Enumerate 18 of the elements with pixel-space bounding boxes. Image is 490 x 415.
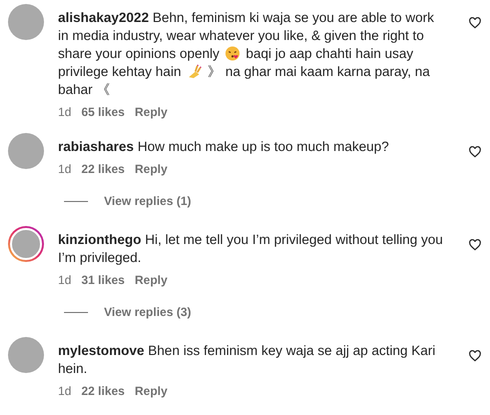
like-count[interactable]: 65 likes xyxy=(81,105,125,119)
reply-link[interactable]: Reply xyxy=(134,384,168,398)
comment-time: 1d xyxy=(58,162,72,176)
like-count[interactable]: 22 likes xyxy=(81,162,125,176)
comment-text: rabiashares How much make up is too much makeup? xyxy=(58,138,390,156)
like-count[interactable]: 22 likes xyxy=(81,384,125,398)
view-replies-link[interactable]: View replies (1) xyxy=(104,194,192,208)
like-count[interactable]: 31 likes xyxy=(81,273,125,287)
reply-link[interactable]: Reply xyxy=(134,162,168,176)
comment-time: 1d xyxy=(58,273,72,287)
comment-time: 1d xyxy=(58,384,72,398)
reply-link[interactable]: Reply xyxy=(134,105,168,119)
comment-text: kinzionthego Hi, let me tell you I’m privileged without telling you I’m privileged. xyxy=(58,231,444,267)
comment-text: mylestomove Bhen iss feminism key waja se ajj ap acting Kari hein. xyxy=(58,342,436,378)
comment-text: alishakay2022 Behn, feminism ki waja se you are able to work in media industry, wear whatever you like, & given the right to share your opinions openly baqi jo aap chahti hain usay privilege kehtay hain 》 na ghar mai kaam karna paray, na bahar 《 xyxy=(58,9,435,99)
view-replies-link[interactable]: View replies (3) xyxy=(104,305,192,319)
comment-time: 1d xyxy=(58,105,72,119)
reply-link[interactable]: Reply xyxy=(134,273,168,287)
